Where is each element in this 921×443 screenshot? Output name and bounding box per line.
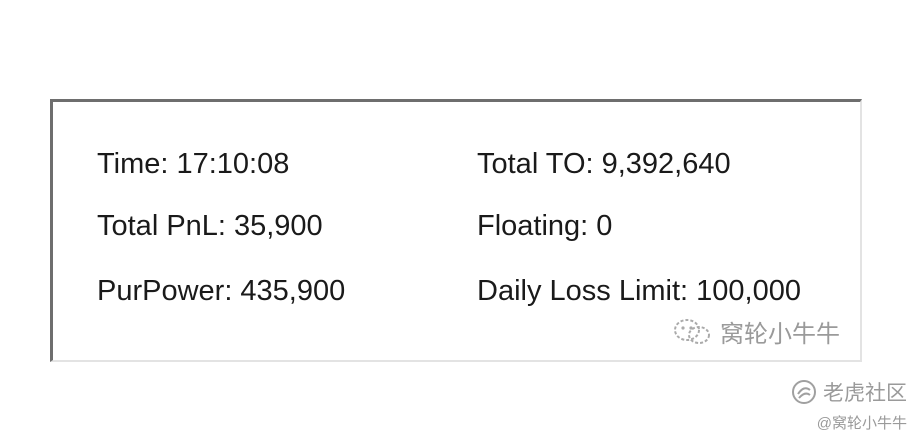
daily-loss-limit-value: 100,000	[696, 275, 801, 307]
total-pnl-value: 35,900	[233, 210, 323, 242]
time-stat: Time: 17:10:08	[97, 148, 289, 180]
pur-power-value: 435,900	[240, 275, 346, 307]
total-to-value: 9,392,640	[601, 148, 731, 180]
time-label: Time:	[97, 148, 169, 180]
pur-power-stat: PurPower: 435,900	[97, 275, 345, 307]
total-pnl-label: Total PnL:	[97, 210, 226, 242]
floating-stat: Floating: 0	[477, 210, 612, 242]
daily-loss-limit-stat: Daily Loss Limit: 100,000	[477, 275, 801, 307]
outer-watermark: 老虎社区	[791, 377, 907, 407]
wechat-icon	[672, 317, 712, 347]
floating-value: 0	[596, 210, 613, 242]
watermark-handle: @窝轮小牛牛	[816, 415, 907, 432]
tiger-community-logo-icon	[791, 379, 817, 405]
total-pnl-stat: Total PnL: 35,900	[97, 210, 323, 242]
inner-watermark-text: 窝轮小牛牛	[720, 321, 840, 348]
daily-loss-limit-label: Daily Loss Limit:	[477, 275, 689, 307]
pur-power-label: PurPower:	[97, 275, 233, 307]
floating-label: Floating:	[477, 210, 589, 242]
outer-watermark-text: 老虎社区	[823, 382, 907, 405]
total-to-label: Total TO:	[477, 148, 594, 180]
inner-watermark: 窝轮小牛牛	[672, 314, 840, 349]
status-panel: Time: 17:10:08 Total TO: 9,392,640 Total P…	[50, 99, 862, 362]
total-to-stat: Total TO: 9,392,640	[477, 148, 731, 180]
time-value: 17:10:08	[176, 148, 290, 180]
